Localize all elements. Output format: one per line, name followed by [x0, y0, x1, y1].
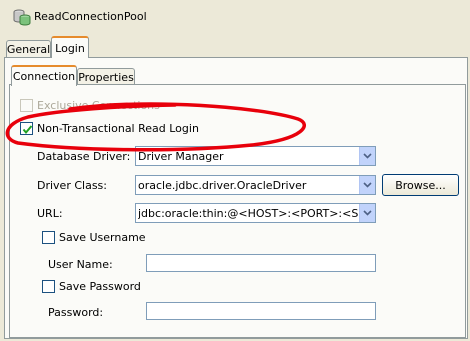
chevron-down-icon[interactable]: [359, 204, 375, 222]
database-driver-select[interactable]: Driver Manager: [135, 146, 376, 166]
url-label: URL:: [37, 207, 63, 220]
url-value: jdbc:oracle:thin:@<HOST>:<PORT>:<SID>: [138, 206, 359, 220]
save-username-label: Save Username: [59, 231, 146, 244]
url-select[interactable]: jdbc:oracle:thin:@<HOST>:<PORT>:<SID>: [135, 203, 376, 223]
tab-general-label: General: [6, 42, 51, 56]
database-driver-label: Database Driver:: [37, 150, 131, 163]
save-password-checkbox[interactable]: [42, 280, 55, 293]
user-name-label: User Name:: [48, 258, 113, 271]
tab-general[interactable]: General: [6, 40, 51, 57]
subtab-properties-label: Properties: [78, 70, 134, 84]
save-password-label: Save Password: [59, 280, 141, 293]
chevron-down-icon[interactable]: [359, 147, 375, 165]
driver-class-select[interactable]: oracle.jdbc.driver.OracleDriver: [135, 175, 376, 195]
exclusive-connections-checkbox[interactable]: [20, 99, 33, 112]
driver-class-value: oracle.jdbc.driver.OracleDriver: [138, 178, 307, 192]
tab-login[interactable]: Login: [51, 36, 89, 58]
non-transactional-read-login-label: Non-Transactional Read Login: [37, 122, 199, 135]
subtab-connection[interactable]: Connection: [11, 65, 77, 86]
window-title: ReadConnectionPool: [34, 10, 147, 23]
subtab-connection-label: Connection: [12, 70, 76, 83]
chevron-down-icon[interactable]: [359, 176, 375, 194]
user-name-input[interactable]: [146, 254, 376, 272]
browse-button[interactable]: Browse...: [382, 174, 459, 196]
checkmark-icon: [22, 125, 33, 135]
password-input[interactable]: [146, 302, 376, 320]
save-username-checkbox[interactable]: [42, 231, 55, 244]
driver-class-label: Driver Class:: [37, 179, 107, 192]
subtab-properties[interactable]: Properties: [77, 68, 135, 85]
database-driver-value: Driver Manager: [138, 149, 224, 163]
non-transactional-read-login-checkbox[interactable]: [20, 122, 33, 135]
tab-login-label: Login: [55, 41, 85, 55]
connection-pool-icon: [12, 7, 32, 27]
exclusive-connections-label: Exclusive Connections: [37, 99, 160, 112]
password-label: Password:: [48, 306, 104, 319]
